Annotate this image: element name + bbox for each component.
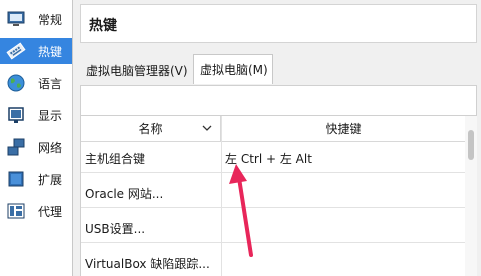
- sidebar-item-label: 网络: [38, 141, 63, 155]
- extension-icon: [8, 171, 24, 187]
- display-icon: [8, 107, 24, 123]
- sidebar-item-label: 语言: [38, 77, 63, 91]
- column-header-label: 名称: [138, 122, 163, 136]
- row-name: USB设置...: [85, 221, 146, 236]
- table-scrollbar[interactable]: [465, 116, 477, 276]
- sidebar-item-extensions[interactable]: 扩展: [0, 166, 72, 192]
- sidebar-item-language[interactable]: 语言: [0, 70, 72, 96]
- proxy-icon: [7, 203, 25, 219]
- row-name: VirtualBox 缺陷跟踪...: [85, 256, 210, 271]
- page-title: 热键: [89, 18, 117, 34]
- sidebar-item-label: 热键: [38, 45, 63, 59]
- sidebar-item-display[interactable]: 显示: [0, 102, 72, 128]
- annotation-arrow-icon: [229, 164, 253, 257]
- sidebar-item-proxy[interactable]: 代理: [0, 198, 72, 224]
- row-name: 主机组合键: [85, 151, 146, 166]
- sidebar-item-label: 代理: [38, 205, 63, 219]
- sidebar-item-label: 扩展: [38, 173, 63, 187]
- shortcuts-table: 名称 快捷键 主机组合键 左 Ctrl + 左 Alt Oracle 网站...…: [80, 116, 465, 276]
- network-icon: [7, 138, 25, 156]
- globe-icon: [7, 74, 25, 92]
- tab-vm-manager[interactable]: 虚拟电脑管理器(V): [80, 56, 190, 84]
- table-row[interactable]: VirtualBox 缺陷跟踪...: [81, 248, 465, 276]
- sidebar-item-general[interactable]: 常规: [0, 6, 72, 32]
- keyboard-icon: [6, 42, 26, 60]
- sidebar-item-label: 常规: [38, 13, 63, 27]
- sidebar-item-hotkeys[interactable]: 热键: [0, 38, 72, 64]
- scrollbar-thumb[interactable]: [468, 130, 474, 160]
- column-header-shortcut[interactable]: 快捷键: [221, 116, 465, 142]
- page-header: 热键: [80, 4, 477, 43]
- settings-sidebar: 常规 热键 语言 显示 网络 扩展 代理: [0, 0, 73, 276]
- table-row[interactable]: 主机组合键 左 Ctrl + 左 Alt: [81, 143, 465, 173]
- table-row[interactable]: Oracle 网站...: [81, 178, 465, 208]
- monitor-icon: [7, 11, 25, 26]
- column-header-name[interactable]: 名称: [81, 116, 221, 142]
- table-row[interactable]: USB设置...: [81, 213, 465, 243]
- tab-virtual-machine[interactable]: 虚拟电脑(M): [193, 54, 273, 84]
- column-header-label: 快捷键: [325, 122, 362, 136]
- sidebar-item-label: 显示: [38, 109, 63, 123]
- row-name: Oracle 网站...: [85, 186, 164, 201]
- chevron-down-icon: [202, 125, 212, 131]
- filter-input[interactable]: [80, 85, 477, 116]
- sidebar-item-network[interactable]: 网络: [0, 134, 72, 160]
